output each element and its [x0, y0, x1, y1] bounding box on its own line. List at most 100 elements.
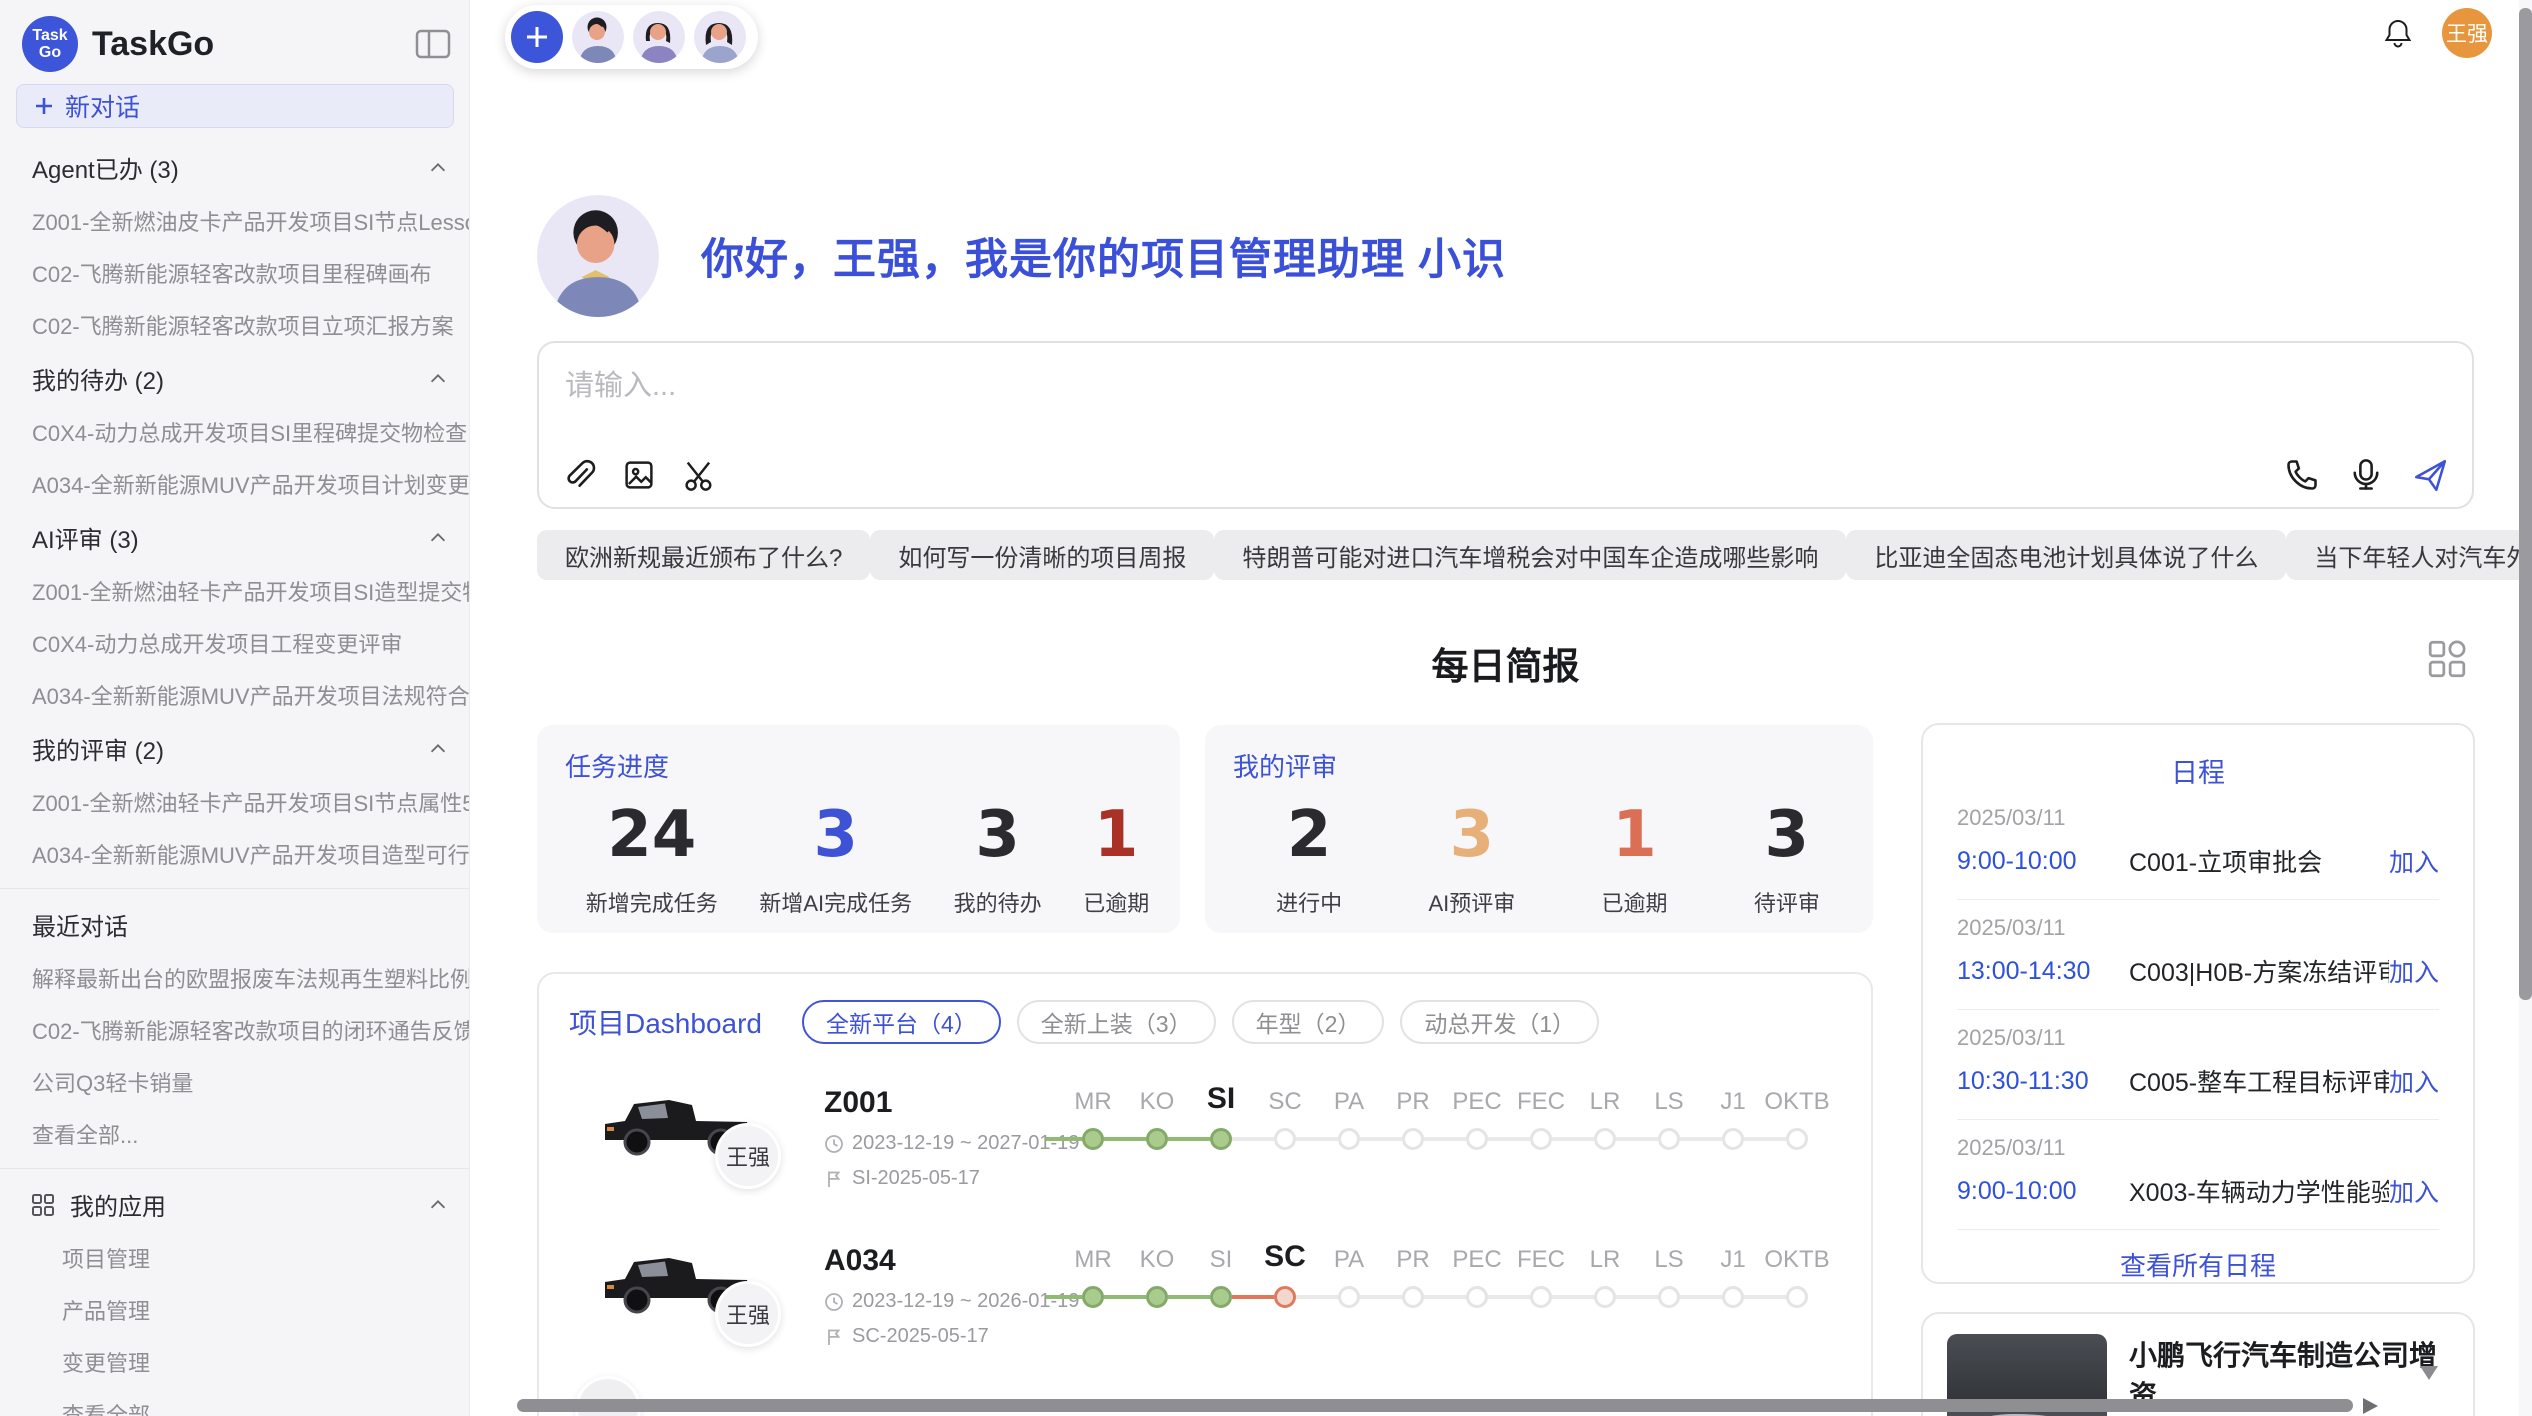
dashboard-tab[interactable]: 全新上装（3）: [1017, 1000, 1216, 1044]
sidebar-item[interactable]: C0X4-动力总成开发项目工程变更评审: [0, 617, 469, 669]
app-link[interactable]: 变更管理: [0, 1336, 469, 1388]
stat-value: 2: [1276, 800, 1342, 870]
project-row[interactable]: 王强 Z001 2023-12-19 ~ 2027-01-19 S: [539, 1062, 1871, 1222]
project-info: Z001 2023-12-19 ~ 2027-01-19 SI-2025-05-…: [824, 1086, 1079, 1190]
milestone: OKTB: [1765, 1078, 1829, 1150]
suggestion-chip[interactable]: 如何写一份清晰的项目周报: [870, 530, 1214, 580]
schedule-event-title: X003-车辆动力学性能验...: [2129, 1173, 2389, 1209]
vertical-scrollbar-thumb[interactable]: [2519, 8, 2532, 1000]
app-link[interactable]: 项目管理: [0, 1232, 469, 1284]
sidebar-item[interactable]: A034-全新新能源MUV产品开发项目计划变更表编写: [0, 458, 469, 510]
sidebar-item[interactable]: A034-全新新能源MUV产品开发项目法规符合性评审: [0, 669, 469, 721]
agent-avatar[interactable]: [694, 11, 746, 63]
milestone-dot: [1466, 1286, 1488, 1308]
suggestion-chip[interactable]: 当下年轻人对汽车外观有怎样的喜好趋势: [2286, 530, 2532, 580]
sidebar-item[interactable]: A034-全新新能源MUV产品开发项目造型可行性评审: [0, 828, 469, 880]
sidebar-item[interactable]: Z001-全新燃油轻卡产品开发项目SI造型提交物评审: [0, 565, 469, 617]
sidebar-section-my-todo[interactable]: 我的待办 (2): [0, 351, 469, 406]
greeting-section: 你好，王强，我是你的项目管理助理 小识: [537, 195, 1506, 317]
join-meeting-link[interactable]: 加入: [2389, 1063, 2439, 1099]
suggestion-chip[interactable]: 特朗普可能对进口汽车增税会对中国车企造成哪些影响: [1214, 530, 1846, 580]
recent-chat-item[interactable]: C02-飞腾新能源轻客改款项目的闭环通告反馈情况: [0, 1004, 469, 1056]
chevron-up-icon: [427, 157, 449, 179]
suggestion-chip[interactable]: 比亚迪全固态电池计划具体说了什么: [1846, 530, 2286, 580]
sidebar-item[interactable]: C02-飞腾新能源轻客改款项目里程碑画布: [0, 247, 469, 299]
stat-value: 3: [759, 800, 912, 870]
dashboard-tabs: 全新平台（4） 全新上装（3） 年型（2） 动总开发（1）: [802, 1000, 1599, 1044]
milestone-track: MR KO SI: [1061, 1078, 1829, 1150]
horizontal-scrollbar-thumb[interactable]: [517, 1399, 2353, 1412]
project-row[interactable]: 王强 A034 2023-12-19 ~ 2026-01-19 S: [539, 1220, 1871, 1380]
image-icon[interactable]: [621, 457, 657, 493]
section-title: 我的评审 (2): [32, 731, 164, 766]
scissors-icon[interactable]: [681, 457, 717, 493]
sidebar-section-ai-review[interactable]: AI评审 (3): [0, 510, 469, 565]
join-meeting-link[interactable]: 加入: [2389, 1173, 2439, 1209]
sidebar-my-apps[interactable]: 我的应用: [0, 1177, 469, 1232]
schedule-time: 9:00-10:00: [1957, 847, 2129, 876]
schedule-time: 10:30-11:30: [1957, 1067, 2129, 1096]
milestone-connector: [1616, 1295, 1658, 1299]
sidebar: Task Go TaskGo 新对话 Agent已办 (3): [0, 0, 470, 1416]
sidebar-item[interactable]: Z001-全新燃油皮卡产品开发项目SI节点Lesson Learn报告: [0, 195, 469, 247]
scroll-right-arrow-icon[interactable]: [2363, 1398, 2378, 1414]
card-title: 我的评审: [1233, 747, 1863, 784]
milestone-connector: [1552, 1295, 1594, 1299]
send-icon[interactable]: [2412, 457, 2448, 493]
milestone-label: J1: [1720, 1236, 1745, 1274]
milestone-dot: [1594, 1286, 1616, 1308]
milestone-dot: [1210, 1128, 1232, 1150]
paperclip-icon[interactable]: [561, 457, 597, 493]
sidebar-item[interactable]: Z001-全新燃油轻卡产品开发项目SI节点属性5D文件评审: [0, 776, 469, 828]
schedule-item: 2025/03/11 9:00-10:00 C001-立项审批会 加入: [1957, 790, 2439, 900]
stat: 2 进行中: [1276, 800, 1342, 918]
milestone: OKTB: [1765, 1236, 1829, 1308]
collapse-sidebar-icon[interactable]: [415, 28, 451, 60]
milestone-connector: [1360, 1295, 1402, 1299]
dashboard-tab[interactable]: 年型（2）: [1232, 1000, 1385, 1044]
milestone-connector: [1046, 1295, 1082, 1299]
milestone-connector: [1488, 1137, 1530, 1141]
recent-chat-item[interactable]: 解释最新出台的欧盟报废车法规再生塑料比例被调至15%...: [0, 952, 469, 1004]
milestone-label: SC: [1268, 1078, 1301, 1116]
milestone-label: MR: [1074, 1236, 1111, 1274]
schedule-title: 日程: [1957, 751, 2439, 790]
suggestion-chip[interactable]: 欧洲新规最近颁布了什么?: [537, 530, 870, 580]
add-agent-button[interactable]: [511, 11, 563, 63]
milestone-label: SC: [1264, 1236, 1306, 1274]
clock-icon: [824, 1134, 844, 1154]
milestone-dot: [1658, 1128, 1680, 1150]
flag-icon: [824, 1169, 844, 1189]
agent-avatar[interactable]: [633, 11, 685, 63]
sidebar-section-recent-chats: 最近对话: [0, 897, 469, 952]
app-link[interactable]: 查看全部...: [0, 1388, 469, 1416]
sidebar-section-agent-done[interactable]: Agent已办 (3): [0, 140, 469, 195]
vertical-scrollbar[interactable]: [2519, 0, 2532, 1416]
sidebar-item[interactable]: C02-飞腾新能源轻客改款项目立项汇报方案: [0, 299, 469, 351]
layout-grid-icon[interactable]: [2426, 638, 2468, 680]
agent-avatar[interactable]: [572, 11, 624, 63]
phone-icon[interactable]: [2284, 457, 2320, 493]
section-title: 我的待办 (2): [32, 361, 164, 396]
recent-chat-item[interactable]: 公司Q3轻卡销量: [0, 1056, 469, 1108]
view-all-chats-link[interactable]: 查看全部...: [0, 1108, 469, 1160]
milestone-label: LS: [1654, 1078, 1683, 1116]
dashboard-tab[interactable]: 全新平台（4）: [802, 1000, 1001, 1044]
app-link[interactable]: 产品管理: [0, 1284, 469, 1336]
scroll-down-arrow-icon[interactable]: [2420, 1366, 2438, 1380]
my-apps-label: 我的应用: [70, 1187, 166, 1222]
project-owner-badge: 王强: [715, 1123, 781, 1189]
notifications-bell-icon[interactable]: [2382, 17, 2414, 49]
dashboard-tab[interactable]: 动总开发（1）: [1400, 1000, 1599, 1044]
composer-actions: [2284, 457, 2448, 493]
chat-input[interactable]: [565, 363, 1765, 409]
schedule-time: 13:00-14:30: [1957, 957, 2129, 986]
new-chat-button[interactable]: 新对话: [16, 84, 454, 128]
view-all-schedule-link[interactable]: 查看所有日程: [1957, 1230, 2439, 1299]
sidebar-section-my-review[interactable]: 我的评审 (2): [0, 721, 469, 776]
join-meeting-link[interactable]: 加入: [2389, 953, 2439, 989]
sidebar-item[interactable]: C0X4-动力总成开发项目SI里程碑提交物检查: [0, 406, 469, 458]
join-meeting-link[interactable]: 加入: [2389, 843, 2439, 879]
microphone-icon[interactable]: [2348, 457, 2384, 493]
user-avatar[interactable]: 王强: [2442, 8, 2492, 58]
